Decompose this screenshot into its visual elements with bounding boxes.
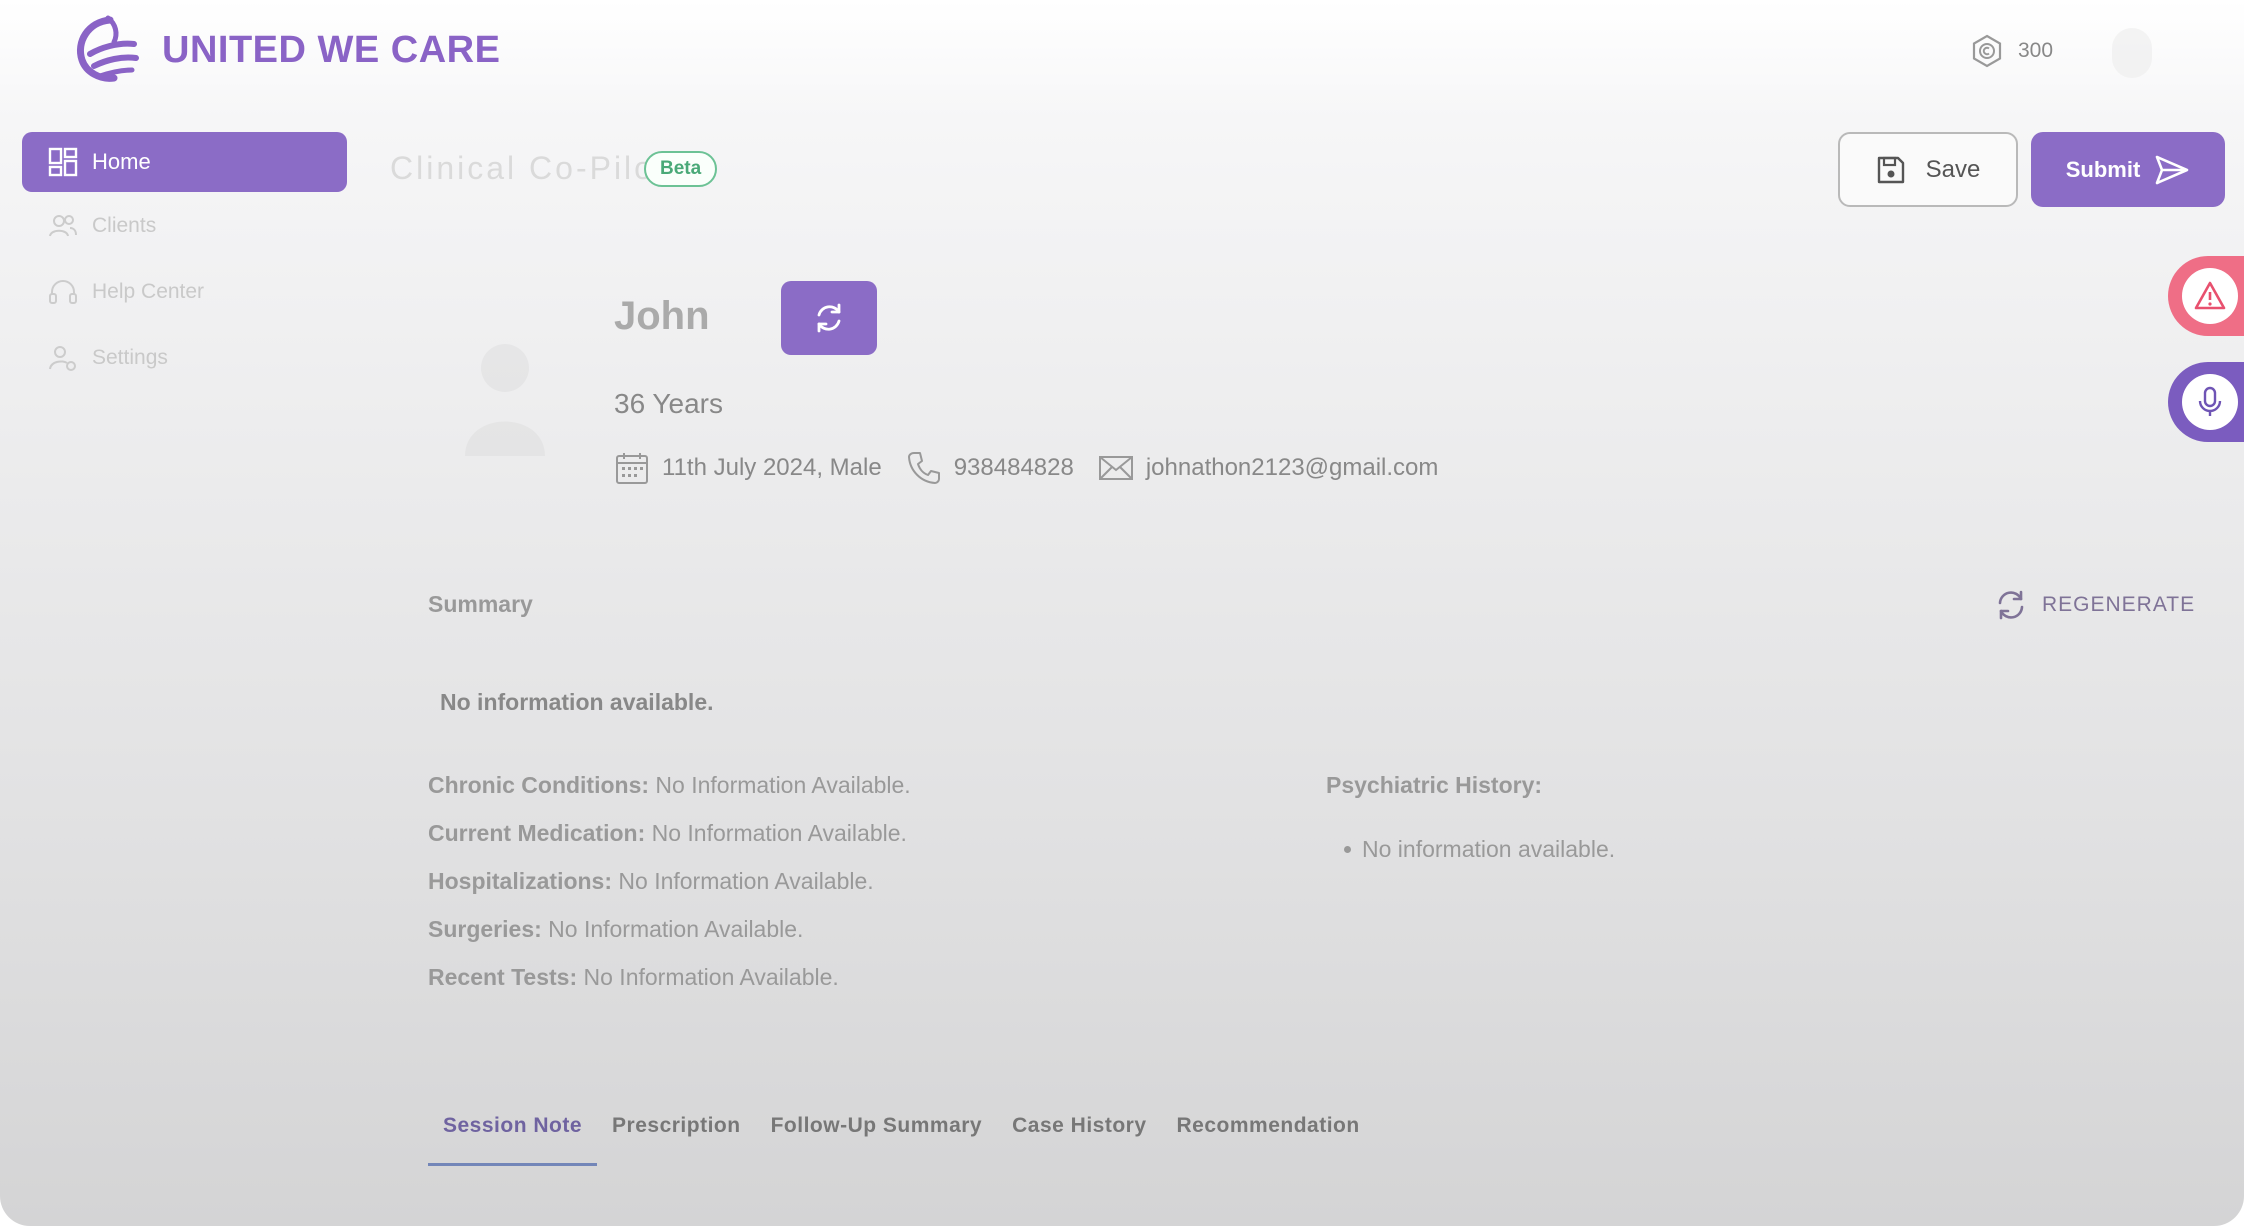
summary-text: No information available. (440, 689, 714, 715)
client-age: 36 Years (614, 388, 723, 419)
fact-value: No Information Available. (577, 964, 839, 990)
microphone-icon (2198, 386, 2222, 416)
sidebar-item-settings[interactable]: Settings (48, 343, 168, 373)
beta-badge: Beta (644, 151, 718, 187)
fact-value: No Information Available. (645, 820, 907, 846)
sidebar-item-help-center[interactable]: Help Center (48, 277, 204, 307)
psychiatric-history-heading: Psychiatric History: (1326, 772, 1543, 798)
headset-icon (49, 280, 77, 304)
client-email: johnathon2123@gmail.com (1098, 450, 1439, 486)
brand-name: UNITED WE CARE (162, 28, 501, 71)
phone-icon (907, 452, 940, 484)
tab-prescription[interactable]: Prescription (597, 1114, 756, 1166)
users-icon (49, 215, 77, 237)
user-settings-icon (49, 346, 76, 371)
fact-value: No Information Available. (541, 916, 804, 942)
client-avatar-icon (465, 344, 545, 456)
calendar-icon (616, 453, 648, 484)
fact-key: Surgeries: (428, 916, 542, 942)
fact-surgeries: Surgeries: No Information Available. (428, 916, 911, 964)
psychiatric-history-item: No information available. (1343, 836, 1616, 862)
brand-logo[interactable]: UNITED WE CARE (70, 14, 500, 86)
fact-key: Hospitalizations: (428, 868, 613, 894)
page-title: Clinical Co-Pilot (390, 150, 667, 186)
phone-text: 938484828 (953, 454, 1074, 481)
tab-case-history[interactable]: Case History (997, 1114, 1161, 1166)
save-button[interactable]: Save (1838, 132, 2018, 207)
sidebar-item-label: Home (92, 149, 151, 174)
submit-label: Submit (2065, 156, 2141, 182)
record-tabs: Session Note Prescription Follow-Up Summ… (428, 1114, 1375, 1166)
sidebar-item-home[interactable]: Home (22, 132, 347, 192)
regenerate-icon (1998, 590, 2024, 620)
coin-balance[interactable]: 300 (1970, 34, 2053, 68)
floppy-disk-icon (1877, 156, 1904, 183)
coin-count: 300 (2018, 39, 2054, 62)
coin-icon (1972, 34, 2002, 68)
medical-facts: Chronic Conditions: No Information Avail… (428, 772, 911, 1012)
fact-chronic-conditions: Chronic Conditions: No Information Avail… (428, 772, 911, 820)
alert-icon-wrap (2182, 268, 2238, 324)
client-meta: 11th July 2024, Male 938484828 johnathon… (614, 450, 1462, 486)
mic-icon-wrap (2182, 374, 2238, 430)
microphone-button[interactable] (2168, 362, 2244, 442)
mail-icon (1098, 456, 1133, 480)
tab-recommendation[interactable]: Recommendation (1162, 1114, 1375, 1166)
refresh-icon (817, 303, 841, 333)
sidebar-item-label: Help Center (92, 280, 205, 303)
dashboard-icon (48, 147, 78, 177)
client-name: John (614, 294, 710, 338)
email-text: johnathon2123@gmail.com (1145, 454, 1439, 481)
save-label: Save (1925, 155, 1981, 183)
globe-logo-icon (77, 15, 139, 82)
client-dob: 11th July 2024, Male (614, 450, 882, 486)
tab-session-note[interactable]: Session Note (428, 1114, 598, 1166)
refresh-client-button[interactable] (781, 281, 877, 355)
risk-alert-button[interactable] (2168, 256, 2244, 336)
summary-heading: Summary (428, 591, 533, 617)
regenerate-button[interactable]: REGENERATE (1994, 588, 2195, 622)
dob-gender-text: 11th July 2024, Male (662, 454, 882, 481)
submit-button[interactable]: Submit (2031, 132, 2225, 207)
sidebar-item-label: Settings (92, 346, 168, 369)
send-icon (2155, 155, 2189, 184)
client-phone: 938484828 (906, 450, 1074, 486)
fact-recent-tests: Recent Tests: No Information Available. (428, 964, 911, 1012)
warning-triangle-icon (2194, 281, 2226, 310)
fact-value: No Information Available. (649, 772, 911, 798)
user-avatar[interactable] (2112, 28, 2152, 78)
regenerate-label: REGENERATE (2042, 593, 2196, 616)
fact-key: Chronic Conditions: (428, 772, 650, 798)
fact-hospitalizations: Hospitalizations: No Information Availab… (428, 868, 911, 916)
fact-key: Current Medication: (428, 820, 646, 846)
tab-follow-up-summary[interactable]: Follow-Up Summary (756, 1114, 998, 1166)
sidebar-item-label: Clients (92, 214, 157, 237)
fact-current-medication: Current Medication: No Information Avail… (428, 820, 911, 868)
fact-value: No Information Available. (612, 868, 874, 894)
sidebar-item-clients[interactable]: Clients (48, 211, 156, 241)
app-frame: UNITED WE CARE 300 Home Clients Help Cen… (0, 0, 2244, 1226)
fact-key: Recent Tests: (428, 964, 578, 990)
